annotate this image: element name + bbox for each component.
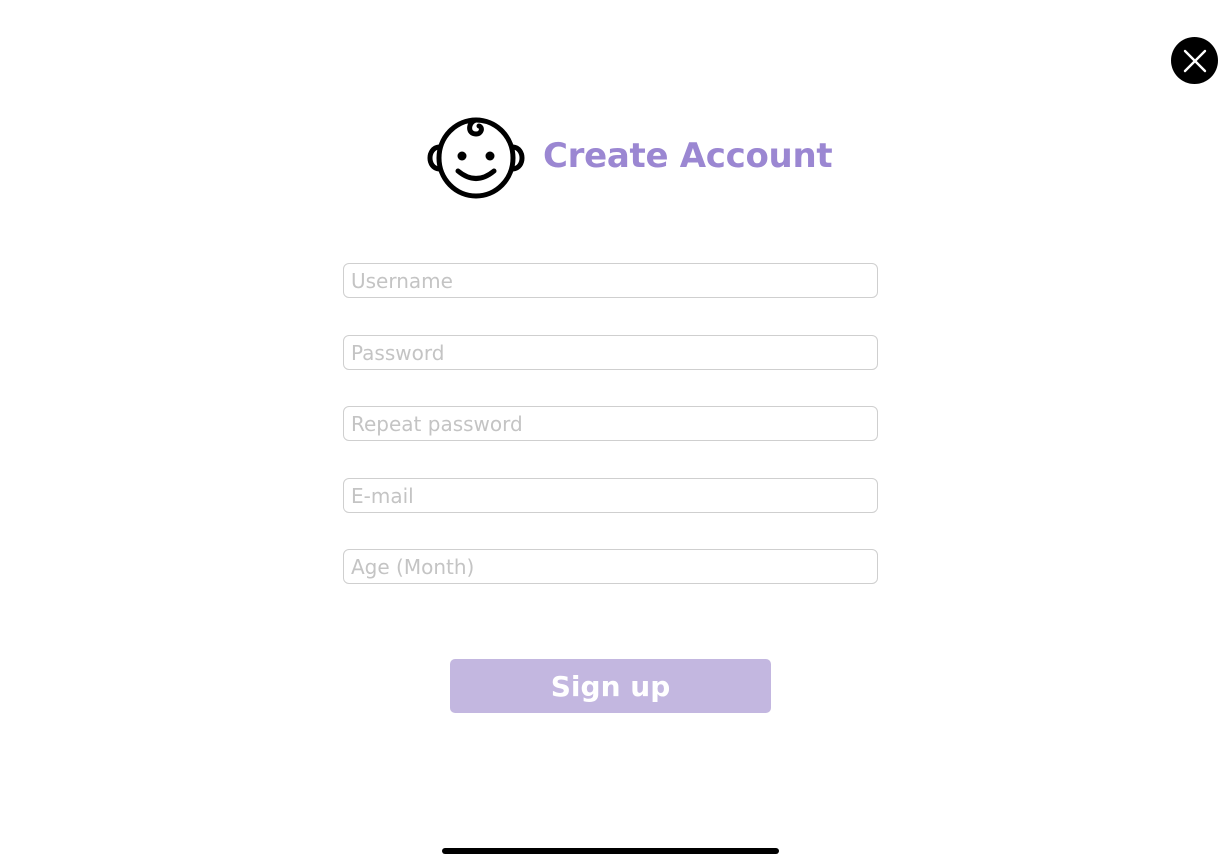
- close-button[interactable]: [1171, 37, 1218, 84]
- home-indicator: [442, 848, 779, 854]
- repeat-password-input[interactable]: [343, 406, 878, 441]
- page-title: Create Account: [543, 136, 833, 176]
- email-input[interactable]: [343, 478, 878, 513]
- close-icon: [1183, 49, 1206, 72]
- age-month-input[interactable]: [343, 549, 878, 584]
- baby-face-icon: [427, 117, 525, 199]
- sign-up-button[interactable]: Sign up: [450, 659, 771, 713]
- header: Create Account: [426, 112, 833, 200]
- sign-up-label: Sign up: [550, 669, 671, 703]
- password-input[interactable]: [343, 335, 878, 370]
- username-input[interactable]: [343, 263, 878, 298]
